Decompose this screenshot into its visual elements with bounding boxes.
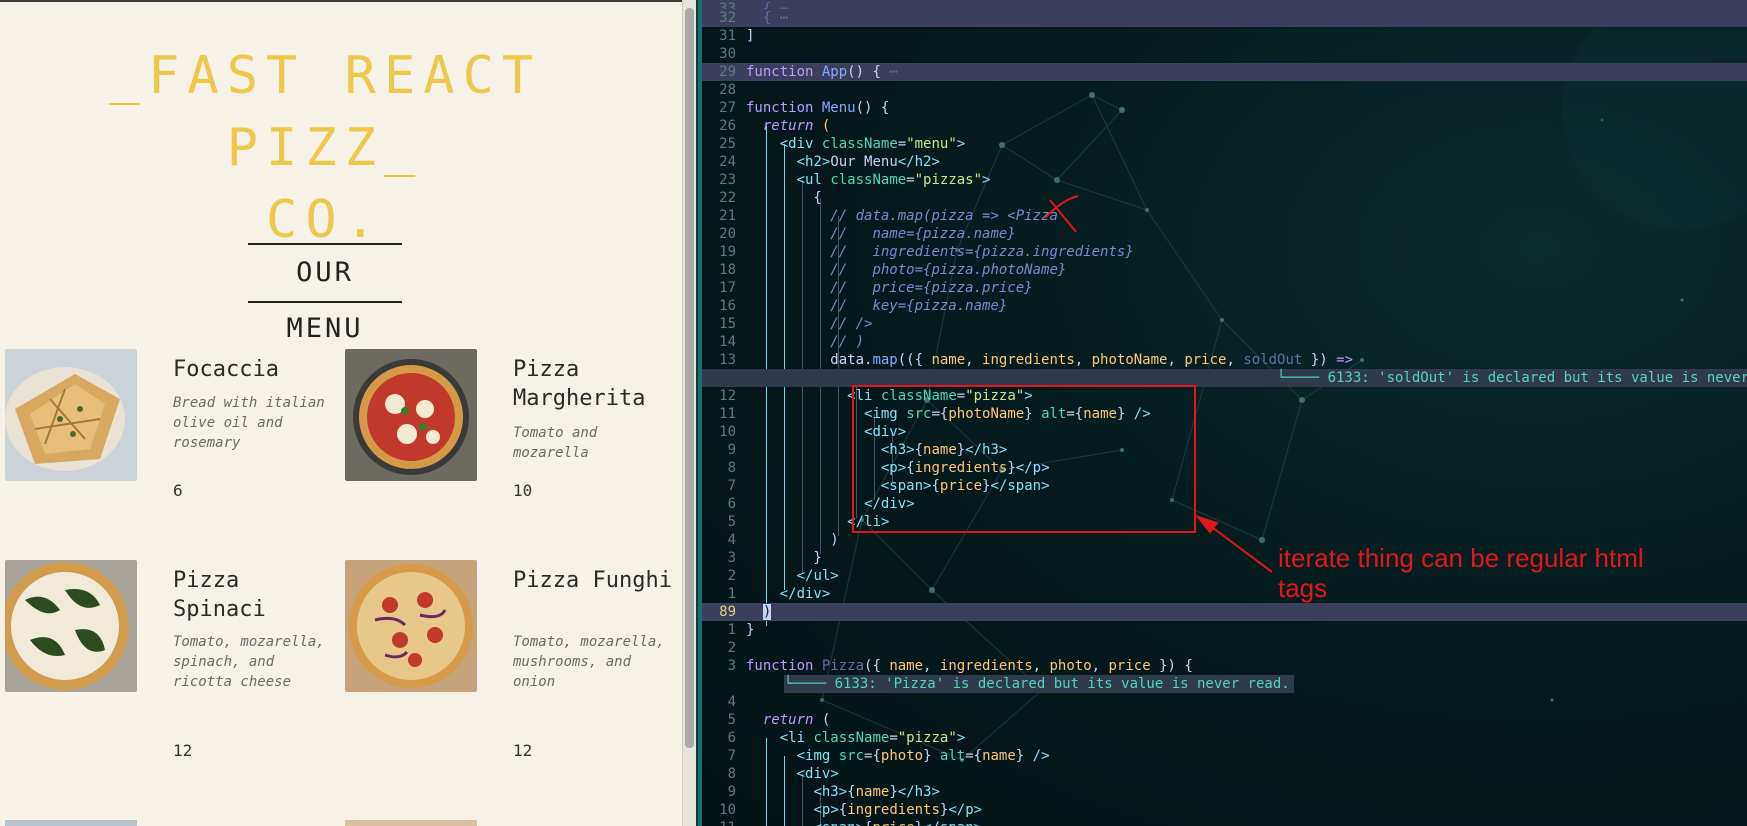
strike-mark-icon (1044, 195, 1079, 233)
annotation-highlight-box (852, 385, 1196, 533)
annotation-note: iterate thing can be regular html tags (1278, 543, 1644, 603)
arrow-icon (1195, 515, 1273, 573)
